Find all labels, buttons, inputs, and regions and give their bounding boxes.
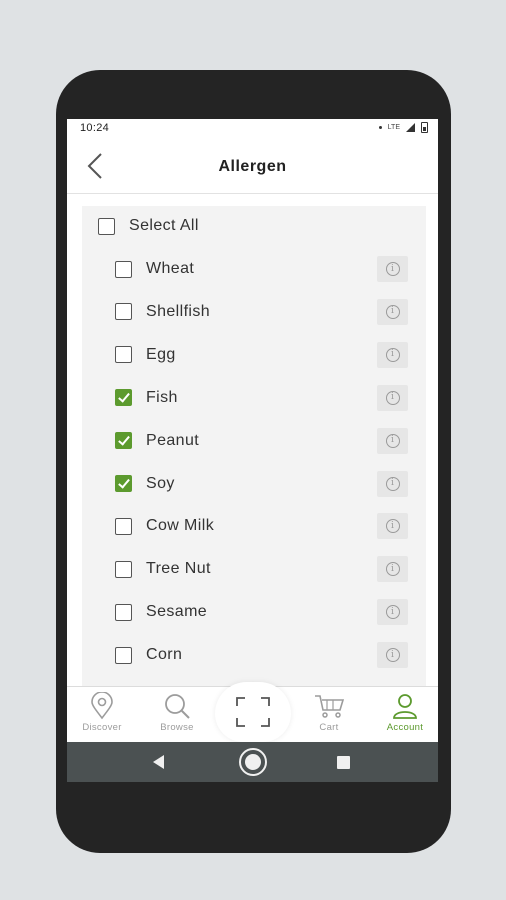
info-icon: i	[385, 347, 400, 362]
allergen-row[interactable]: Shellfish	[115, 297, 210, 327]
status-time: 10:24	[80, 122, 110, 134]
allergen-row[interactable]: Fish	[115, 383, 178, 413]
user-icon	[393, 694, 417, 719]
map-pin-icon	[91, 692, 113, 720]
info-button[interactable]: i	[377, 341, 408, 368]
allergen-row[interactable]: Peanut	[115, 426, 199, 456]
nav-discover[interactable]: Discover	[72, 691, 132, 733]
info-icon: i	[385, 562, 400, 577]
app-bar: Allergen	[67, 139, 438, 194]
system-recents-icon[interactable]	[337, 756, 350, 769]
nav-cart[interactable]: Cart	[299, 691, 359, 733]
info-icon: i	[385, 262, 400, 276]
battery-icon	[421, 122, 428, 133]
info-button[interactable]: i	[377, 599, 408, 626]
signal-icon	[406, 123, 415, 132]
allergen-checkbox[interactable]	[115, 432, 132, 450]
select-all-label: Select All	[129, 217, 199, 234]
allergen-label: Peanut	[146, 431, 200, 449]
allergen-checkbox[interactable]	[115, 260, 132, 278]
nav-cart-label: Cart	[319, 722, 339, 733]
nav-browse[interactable]: Browse	[147, 691, 207, 733]
info-icon: i	[385, 304, 400, 319]
status-icons: LTE	[378, 122, 428, 133]
info-button[interactable]: i	[377, 427, 408, 454]
select-all-checkbox[interactable]	[98, 217, 115, 235]
info-icon: i	[385, 433, 400, 448]
search-icon	[165, 694, 190, 719]
allergen-row[interactable]: Corn	[115, 640, 182, 670]
nav-account-label: Account	[386, 722, 424, 733]
info-icon: i	[385, 648, 400, 663]
nav-discover-label: Discover	[82, 722, 122, 733]
allergen-row[interactable]: Sesame	[115, 597, 207, 627]
allergen-label: Wheat	[146, 260, 195, 277]
allergen-row[interactable]: Tree Nut	[115, 554, 211, 584]
allergen-checkbox[interactable]	[115, 560, 132, 578]
allergen-label: Sesame	[146, 603, 208, 621]
allergen-row[interactable]: Soy	[115, 469, 175, 499]
info-button[interactable]: i	[377, 256, 408, 282]
allergen-label: Soy	[146, 474, 175, 492]
info-icon: i	[385, 390, 400, 405]
system-nav-bar	[67, 742, 438, 782]
allergen-checkbox[interactable]	[115, 389, 132, 407]
allergen-row[interactable]: Wheat	[115, 254, 194, 284]
allergen-checkbox[interactable]	[115, 603, 132, 621]
info-button[interactable]: i	[377, 642, 408, 669]
info-button[interactable]: i	[377, 470, 408, 497]
allergen-list: Select All Wheat i Shellfish i Egg i Fish i Pean…	[82, 206, 426, 686]
info-button[interactable]: i	[377, 513, 408, 540]
scan-button[interactable]	[215, 682, 291, 742]
notification-dot-icon	[378, 126, 382, 129]
cart-icon	[315, 695, 345, 718]
nav-account[interactable]: Account	[375, 691, 435, 733]
info-icon: i	[385, 605, 400, 620]
allergen-checkbox[interactable]	[115, 475, 132, 492]
nav-browse-label: Browse	[160, 722, 194, 733]
info-button[interactable]: i	[377, 298, 408, 325]
allergen-checkbox[interactable]	[115, 646, 132, 664]
allergen-label: Fish	[146, 388, 178, 406]
network-type: LTE	[387, 124, 400, 131]
allergen-label: Egg	[146, 345, 176, 363]
scan-icon	[236, 697, 270, 727]
info-icon: i	[385, 476, 400, 491]
select-all-row[interactable]: Select All	[98, 211, 199, 241]
allergen-row[interactable]: Egg	[115, 340, 176, 370]
allergen-row[interactable]: Cow Milk	[115, 511, 214, 541]
info-button[interactable]: i	[377, 384, 408, 411]
status-bar: 10:24 LTE	[67, 119, 438, 139]
system-home-icon[interactable]	[239, 748, 267, 776]
page-title: Allergen	[218, 158, 287, 175]
info-button[interactable]: i	[377, 556, 408, 583]
screen: 10:24 LTE Allergen Select All Wheat i Shel…	[67, 119, 438, 782]
allergen-checkbox[interactable]	[115, 303, 132, 321]
allergen-label: Cow Milk	[146, 517, 215, 535]
allergen-checkbox[interactable]	[115, 346, 132, 364]
system-back-icon[interactable]	[153, 755, 164, 769]
allergen-checkbox[interactable]	[115, 517, 132, 535]
allergen-label: Corn	[146, 646, 183, 664]
allergen-label: Shellfish	[146, 302, 211, 320]
allergen-label: Tree Nut	[146, 560, 211, 578]
info-icon: i	[385, 519, 400, 534]
